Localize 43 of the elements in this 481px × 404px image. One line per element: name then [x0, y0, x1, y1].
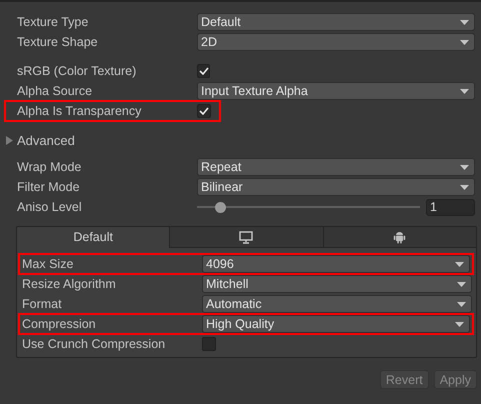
field-label: Aniso Level — [17, 200, 83, 214]
slider-thumb[interactable] — [214, 202, 226, 212]
dropdown[interactable]: Mitchell — [202, 275, 472, 293]
caret-icon — [460, 20, 469, 24]
platform-tab[interactable] — [322, 227, 476, 248]
dropdown[interactable]: 4096 — [202, 255, 470, 273]
dropdown[interactable]: Automatic — [202, 295, 472, 313]
caret-icon — [455, 262, 464, 266]
field-label: Resize Algorithm — [22, 277, 117, 291]
dropdown[interactable]: High Quality — [202, 315, 470, 333]
dropdown[interactable]: Input Texture Alpha — [197, 82, 475, 100]
monitor-icon — [239, 230, 254, 244]
field-label: Texture Shape — [17, 35, 99, 49]
advanced-foldout[interactable]: Advanced — [0, 130, 481, 150]
caret-icon — [457, 282, 466, 286]
dropdown[interactable]: Repeat — [197, 158, 475, 176]
checkbox[interactable] — [197, 104, 211, 118]
checkbox[interactable] — [202, 337, 216, 351]
field-label: Alpha Source — [17, 84, 94, 98]
android-robot-icon — [393, 230, 406, 244]
expand-arrow-icon — [6, 136, 13, 144]
dropdown[interactable]: Bilinear — [197, 178, 475, 196]
caret-icon — [460, 184, 469, 190]
field-label: Wrap Mode — [17, 160, 82, 174]
caret-icon — [455, 322, 464, 326]
field-label: Format — [22, 297, 63, 311]
field-label: Max Size — [22, 257, 74, 271]
field-label: Compression — [22, 317, 97, 331]
field-label: Alpha Is Transparency — [17, 104, 142, 118]
number-field[interactable]: 1 — [426, 198, 475, 216]
field-label: sRGB (Color Texture) — [17, 64, 138, 78]
platform-tab[interactable] — [169, 227, 323, 248]
caret-icon — [460, 88, 469, 94]
caret-icon — [460, 40, 469, 44]
checkbox[interactable] — [197, 64, 210, 78]
dropdown[interactable]: Default — [197, 13, 475, 31]
caret-icon — [460, 164, 469, 170]
caret-icon — [457, 302, 466, 306]
field-label: Use Crunch Compression — [22, 337, 166, 351]
dropdown[interactable]: 2D — [197, 33, 475, 51]
field-label: Texture Type — [17, 15, 90, 29]
field-label: Filter Mode — [17, 180, 81, 194]
platform-tab[interactable]: Default — [17, 227, 170, 248]
